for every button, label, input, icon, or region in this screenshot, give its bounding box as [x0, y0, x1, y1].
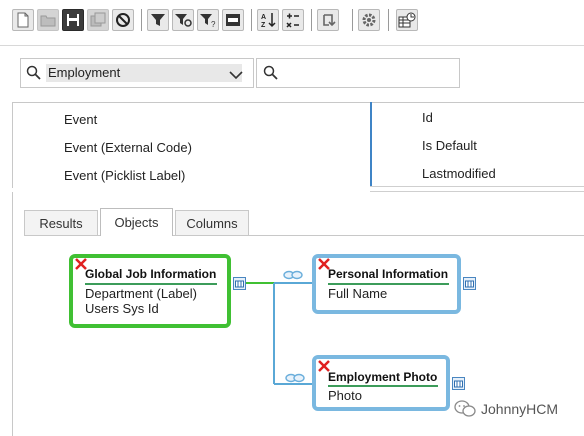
- search-icon: [263, 65, 279, 84]
- filter-icon[interactable]: [147, 9, 169, 31]
- search-input[interactable]: [256, 58, 460, 88]
- chevron-down-icon[interactable]: [229, 68, 243, 83]
- related-entity-box[interactable]: Employment Photo Photo: [312, 355, 450, 411]
- expand-icon[interactable]: [463, 277, 476, 290]
- search-icon: [26, 65, 42, 84]
- report-grid-icon[interactable]: [396, 9, 418, 31]
- watermark: JohnnyHCM: [454, 397, 558, 421]
- primary-entity-box[interactable]: Global Job Information Department (Label…: [69, 254, 231, 328]
- toolbar-separator: [388, 9, 389, 31]
- field-item[interactable]: Event (External Code): [64, 140, 192, 155]
- expand-icon[interactable]: [233, 277, 246, 290]
- toolbar-separator: [352, 9, 353, 31]
- field-item[interactable]: Event (Picklist Label): [64, 168, 185, 183]
- filter-settings-icon[interactable]: [172, 9, 194, 31]
- wechat-icon: [454, 400, 476, 417]
- title-underline: [328, 385, 438, 387]
- settings-icon[interactable]: [358, 9, 380, 31]
- entity-field[interactable]: Users Sys Id: [85, 301, 159, 316]
- entity-title: Personal Information: [328, 267, 449, 281]
- new-icon[interactable]: [12, 9, 34, 31]
- search-row: Employment: [0, 46, 584, 102]
- svg-text:Z: Z: [261, 22, 266, 29]
- title-underline: [85, 283, 217, 285]
- tab-objects[interactable]: Objects: [100, 208, 173, 236]
- tab-columns[interactable]: Columns: [175, 210, 249, 236]
- refresh-icon[interactable]: [317, 9, 339, 31]
- save-icon[interactable]: [62, 9, 84, 31]
- remove-icon[interactable]: [75, 258, 87, 270]
- title-underline: [328, 283, 449, 285]
- save-as-icon[interactable]: [87, 9, 109, 31]
- tab-results[interactable]: Results: [24, 210, 98, 236]
- related-entity-box[interactable]: Personal Information Full Name: [312, 254, 461, 314]
- entity-value: Employment: [48, 65, 121, 80]
- sort-ascending-icon[interactable]: AZ: [257, 9, 279, 31]
- field-item[interactable]: Event: [64, 112, 97, 127]
- field-item[interactable]: Lastmodified: [422, 166, 496, 181]
- calculation-icon[interactable]: [282, 9, 304, 31]
- entity-title: Employment Photo: [328, 370, 438, 384]
- link-icon[interactable]: [283, 270, 303, 280]
- entity-field[interactable]: Full Name: [328, 286, 387, 301]
- field-item[interactable]: Id: [422, 110, 433, 125]
- link-icon[interactable]: [285, 373, 305, 383]
- cancel-icon[interactable]: [112, 9, 134, 31]
- entity-field[interactable]: Department (Label): [85, 286, 197, 301]
- join-connector: [244, 282, 316, 385]
- entity-title: Global Job Information: [85, 267, 217, 281]
- toolbar-separator: [311, 9, 312, 31]
- open-folder-icon[interactable]: [37, 9, 59, 31]
- toolbar: ? AZ: [0, 0, 584, 46]
- fields-divider[interactable]: [370, 102, 372, 186]
- field-item[interactable]: Is Default: [422, 138, 477, 153]
- entity-select[interactable]: Employment: [20, 58, 254, 88]
- remove-icon[interactable]: [318, 258, 330, 270]
- remove-icon[interactable]: [318, 360, 330, 372]
- text-box-icon[interactable]: [222, 9, 244, 31]
- toolbar-separator: [251, 9, 252, 31]
- watermark-text: JohnnyHCM: [481, 401, 559, 417]
- svg-text:A: A: [261, 14, 266, 21]
- toolbar-separator: [141, 9, 142, 31]
- filter-question-icon[interactable]: ?: [197, 9, 219, 31]
- expand-icon[interactable]: [452, 377, 465, 390]
- svg-text:?: ?: [211, 20, 216, 28]
- entity-field[interactable]: Photo: [328, 388, 362, 403]
